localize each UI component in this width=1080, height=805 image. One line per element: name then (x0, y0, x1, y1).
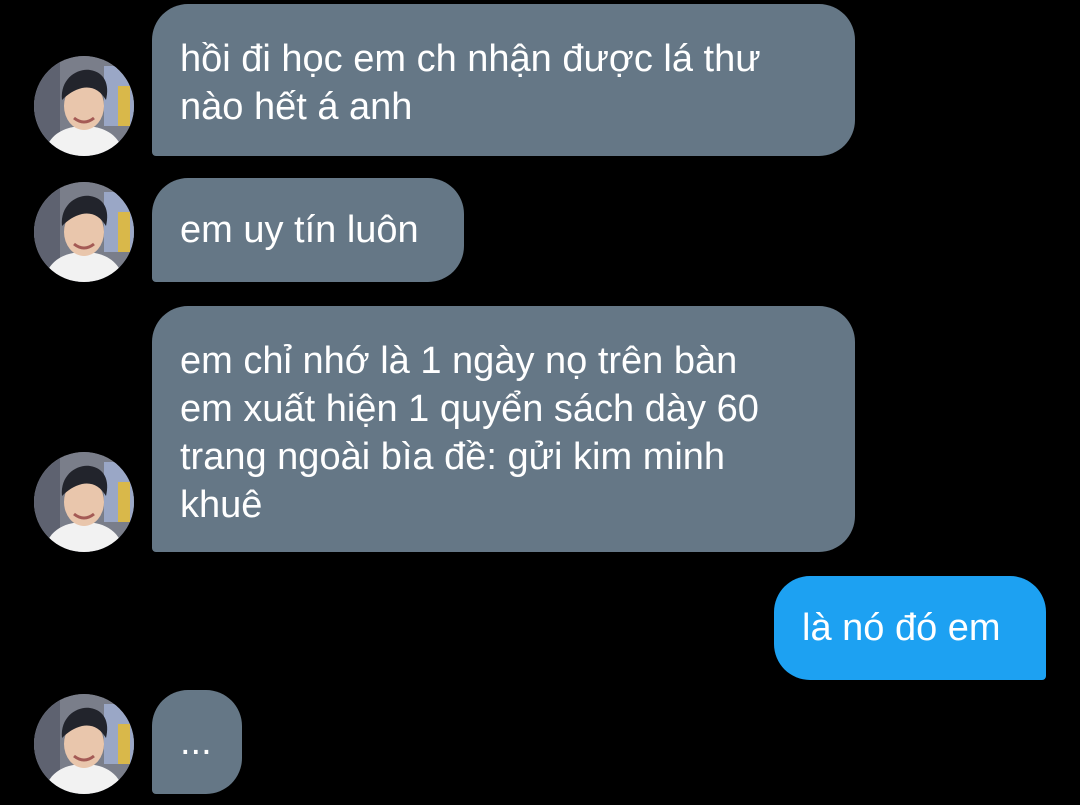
message-bubble-incoming[interactable]: ... (152, 690, 242, 794)
message-bubble-outgoing[interactable]: là nó đó em (774, 576, 1046, 680)
sender-avatar[interactable] (34, 182, 134, 282)
avatar-photo-icon (34, 182, 134, 282)
message-text: ... (180, 721, 212, 763)
message-text: là nó đó em (802, 607, 1001, 649)
avatar-photo-icon (34, 452, 134, 552)
message-text: hồi đi học em ch nhận được lá thư nào hế… (180, 38, 761, 128)
sender-avatar[interactable] (34, 694, 134, 794)
message-text: em uy tín luôn (180, 209, 419, 251)
message-bubble-incoming[interactable]: hồi đi học em ch nhận được lá thư nào hế… (152, 4, 855, 156)
message-text: em chỉ nhớ là 1 ngày nọ trên bàn em xuất… (180, 340, 759, 526)
avatar-photo-icon (34, 56, 134, 156)
sender-avatar[interactable] (34, 56, 134, 156)
avatar-photo-icon (34, 694, 134, 794)
message-bubble-incoming[interactable]: em uy tín luôn (152, 178, 464, 282)
message-bubble-incoming[interactable]: em chỉ nhớ là 1 ngày nọ trên bàn em xuất… (152, 306, 855, 552)
sender-avatar[interactable] (34, 452, 134, 552)
